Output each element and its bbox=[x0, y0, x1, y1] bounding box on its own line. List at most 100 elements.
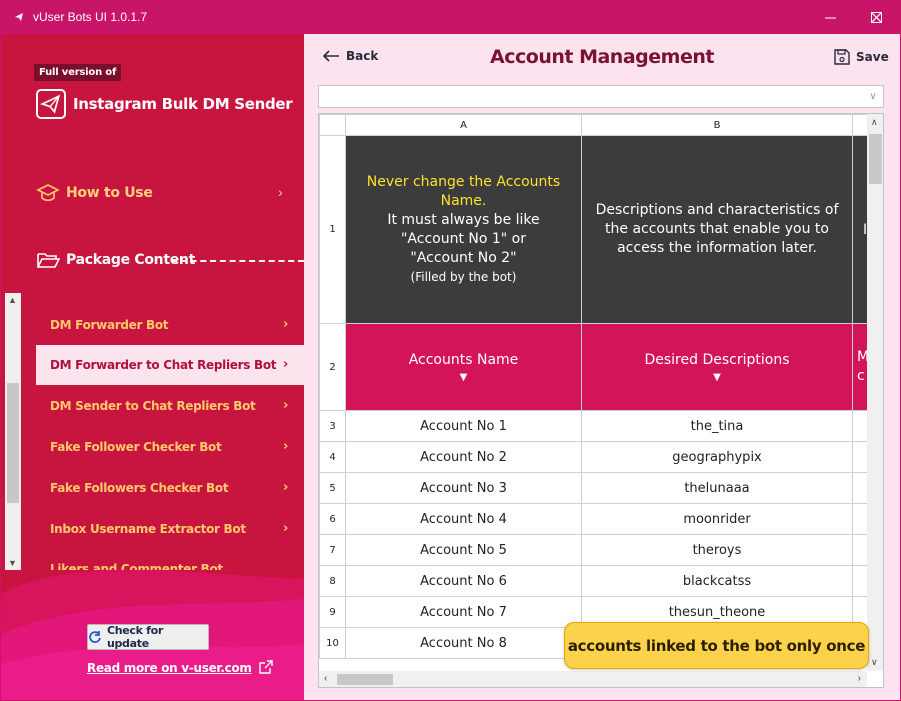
chevron-right-icon: › bbox=[282, 439, 288, 454]
folder-open-icon bbox=[37, 253, 60, 268]
table-row: 3 Account No 1 the_tina bbox=[319, 410, 877, 442]
row-header[interactable]: 8 bbox=[319, 565, 346, 597]
minimize-icon bbox=[824, 17, 836, 19]
cell-account-name[interactable]: Account No 4 bbox=[345, 503, 582, 535]
close-button[interactable] bbox=[853, 1, 899, 34]
accounts-name-header: Accounts Name bbox=[408, 351, 519, 368]
corner-cell[interactable] bbox=[319, 114, 346, 136]
sidebar-item-dm-sender-chat-repliers[interactable]: DM Sender to Chat Repliers Bot › bbox=[36, 386, 304, 426]
scroll-down-arrow-icon[interactable]: ∨ bbox=[871, 657, 878, 668]
check-for-update-button[interactable]: Check for update bbox=[87, 624, 209, 650]
sidebar-item-dm-forwarder[interactable]: DM Forwarder Bot › bbox=[36, 305, 304, 345]
sidebar-item-likers-commenter[interactable]: Likers and Commenter Bot bbox=[36, 550, 304, 570]
cell-account-name[interactable]: Account No 5 bbox=[345, 534, 582, 566]
cell-b2-header[interactable]: Desired Descriptions ▼ bbox=[581, 323, 853, 411]
spreadsheet-grid[interactable]: A B 1 Never change the Accounts Name. It… bbox=[318, 113, 884, 688]
table-row: 1 Never change the Accounts Name. It mus… bbox=[319, 135, 877, 324]
close-icon bbox=[870, 12, 882, 23]
sidebar-scroll-thumb[interactable] bbox=[7, 383, 19, 503]
row-header[interactable]: 9 bbox=[319, 596, 346, 628]
section-how-to-use[interactable]: How to Use bbox=[36, 182, 153, 204]
row-header[interactable]: 7 bbox=[319, 534, 346, 566]
scroll-down-arrow-icon[interactable]: ▼ bbox=[8, 558, 17, 568]
cell-account-name[interactable]: Account No 6 bbox=[345, 565, 582, 597]
vertical-scrollbar[interactable]: ∧ ∨ bbox=[867, 114, 883, 671]
row-header[interactable]: 10 bbox=[319, 627, 346, 659]
sidebar-item-label: Inbox Username Extractor Bot bbox=[50, 522, 246, 536]
filter-triangle-icon[interactable]: ▼ bbox=[347, 372, 581, 383]
package-content-divider bbox=[171, 260, 304, 262]
row-header[interactable]: 5 bbox=[319, 472, 346, 504]
horizontal-scroll-thumb[interactable] bbox=[337, 674, 393, 685]
minimize-button[interactable] bbox=[807, 1, 853, 34]
section-how-to-use-label: How to Use bbox=[66, 185, 153, 201]
table-row: 8 Account No 6 blackcatss bbox=[319, 565, 877, 597]
sidebar-scrollbar[interactable]: ▲ ▼ bbox=[5, 293, 21, 570]
external-link-icon bbox=[258, 660, 273, 674]
cell-account-name[interactable]: Account No 8 bbox=[345, 627, 582, 659]
cell-description[interactable]: theroys bbox=[581, 534, 853, 566]
scroll-right-arrow-icon[interactable]: › bbox=[858, 673, 861, 684]
full-version-badge: Full version of bbox=[34, 64, 122, 81]
sidebar-item-label: DM Forwarder to Chat Repliers Bot bbox=[50, 358, 277, 372]
chevron-right-icon: › bbox=[282, 398, 288, 413]
sidebar-item-label: DM Sender to Chat Repliers Bot bbox=[50, 399, 256, 413]
title-bar: vUser Bots UI 1.0.1.7 bbox=[1, 1, 900, 34]
table-row: 5 Account No 3 thelunaaa bbox=[319, 472, 877, 504]
sidebar-item-dm-forwarder-chat-repliers[interactable]: DM Forwarder to Chat Repliers Bot › bbox=[36, 345, 304, 385]
scroll-up-arrow-icon[interactable]: ∧ bbox=[871, 117, 878, 128]
column-header-a[interactable]: A bbox=[345, 114, 582, 136]
cell-account-name[interactable]: Account No 2 bbox=[345, 441, 582, 473]
cell-account-name[interactable]: Account No 1 bbox=[345, 410, 582, 442]
row-header[interactable]: 1 bbox=[319, 135, 346, 324]
vertical-scroll-thumb[interactable] bbox=[869, 134, 882, 184]
cell-description[interactable]: moonrider bbox=[581, 503, 853, 535]
row-header[interactable]: 4 bbox=[319, 441, 346, 473]
sidebar-item-inbox-username-extractor[interactable]: Inbox Username Extractor Bot › bbox=[36, 509, 304, 549]
tooltip-toast: accounts linked to the bot only once bbox=[564, 622, 869, 669]
save-button[interactable]: Save bbox=[834, 49, 889, 65]
row-header[interactable]: 3 bbox=[319, 410, 346, 442]
page-title: Account Management bbox=[490, 46, 714, 68]
read-more-link[interactable]: Read more on v-user.com bbox=[87, 660, 273, 675]
sidebar-item-label: Likers and Commenter Bot bbox=[50, 562, 223, 570]
app-icon bbox=[15, 13, 23, 21]
row-header[interactable]: 6 bbox=[319, 503, 346, 535]
sidebar-item-fake-followers-checker[interactable]: Fake Followers Checker Bot › bbox=[36, 468, 304, 508]
filter-triangle-icon[interactable]: ▼ bbox=[583, 372, 852, 383]
cell-a2-header[interactable]: Accounts Name ▼ bbox=[345, 323, 582, 411]
cell-description[interactable]: blackcatss bbox=[581, 565, 853, 597]
cell-a1-warning: Never change the Accounts Name. bbox=[366, 173, 561, 209]
row-header[interactable]: 2 bbox=[319, 323, 346, 411]
sheet-selector-dropdown[interactable]: ∨ bbox=[318, 85, 884, 108]
sidebar-item-fake-follower-checker[interactable]: Fake Follower Checker Bot › bbox=[36, 427, 304, 467]
sidebar: Full version of Instagram Bulk DM Sender… bbox=[1, 34, 304, 700]
scroll-up-arrow-icon[interactable]: ▲ bbox=[8, 295, 17, 305]
sidebar-item-label: DM Forwarder Bot bbox=[50, 318, 169, 332]
save-label: Save bbox=[856, 50, 889, 64]
cell-a1[interactable]: Never change the Accounts Name. It must … bbox=[345, 135, 582, 324]
cell-description[interactable]: geographypix bbox=[581, 441, 853, 473]
cell-account-name[interactable]: Account No 3 bbox=[345, 472, 582, 504]
chevron-down-icon[interactable]: ∨ bbox=[865, 88, 881, 105]
cell-b1[interactable]: Descriptions and characteristics of the … bbox=[581, 135, 853, 324]
cell-description[interactable]: thelunaaa bbox=[581, 472, 853, 504]
column-header-b[interactable]: B bbox=[581, 114, 853, 136]
paper-plane-logo-icon bbox=[36, 89, 66, 119]
chevron-right-icon: › bbox=[282, 317, 288, 332]
chevron-right-icon: › bbox=[282, 480, 288, 495]
window-title: vUser Bots UI 1.0.1.7 bbox=[33, 10, 148, 24]
spreadsheet-table: A B 1 Never change the Accounts Name. It… bbox=[319, 114, 877, 659]
sidebar-item-label: Fake Followers Checker Bot bbox=[50, 481, 229, 495]
horizontal-scrollbar[interactable]: ‹ › bbox=[319, 671, 867, 687]
graduation-cap-icon bbox=[36, 184, 60, 202]
app-window: vUser Bots UI 1.0.1.7 Full version of In… bbox=[0, 0, 901, 701]
cell-a1-line4: "Account No 2" bbox=[410, 249, 517, 266]
cell-a1-line2: It must always be like bbox=[387, 211, 540, 228]
table-row: 4 Account No 2 geographypix bbox=[319, 441, 877, 473]
cell-description[interactable]: the_tina bbox=[581, 410, 853, 442]
cell-account-name[interactable]: Account No 7 bbox=[345, 596, 582, 628]
chevron-right-icon: › bbox=[282, 521, 288, 536]
scroll-left-arrow-icon[interactable]: ‹ bbox=[324, 673, 327, 684]
check-for-update-label: Check for update bbox=[106, 624, 164, 650]
